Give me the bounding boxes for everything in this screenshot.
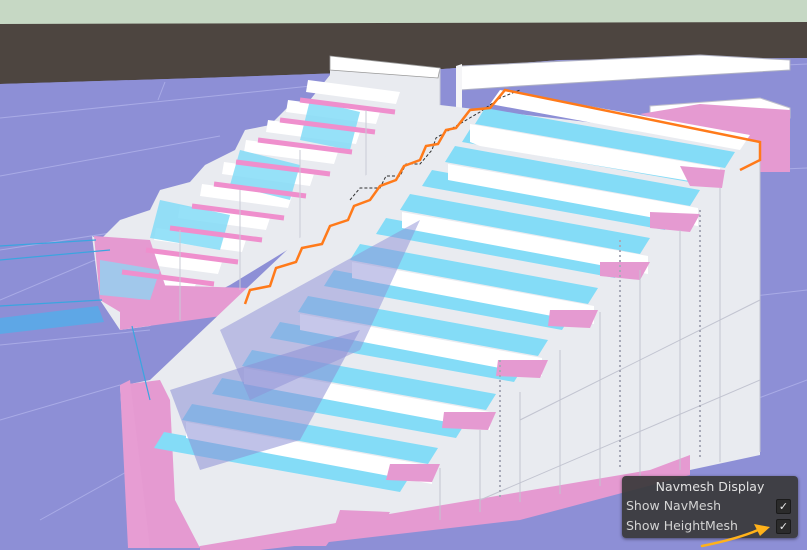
check-icon: ✓	[778, 520, 789, 533]
show-heightmesh-checkbox[interactable]: ✓	[776, 519, 791, 534]
sky-band	[0, 0, 807, 26]
check-icon: ✓	[778, 500, 789, 513]
scene-viewport[interactable]: Navmesh Display Show NavMesh ✓ Show Heig…	[0, 0, 807, 550]
show-heightmesh-label: Show HeightMesh	[626, 518, 738, 533]
show-navmesh-row[interactable]: Show NavMesh ✓	[622, 496, 798, 516]
navmesh-display-title: Navmesh Display	[655, 479, 765, 494]
show-heightmesh-row[interactable]: Show HeightMesh ✓	[622, 516, 798, 536]
navmesh-display-panel: Navmesh Display Show NavMesh ✓ Show Heig…	[622, 476, 798, 538]
show-navmesh-label: Show NavMesh	[626, 498, 722, 513]
show-navmesh-checkbox[interactable]: ✓	[776, 499, 791, 514]
navmesh-scene-view[interactable]	[0, 0, 807, 550]
